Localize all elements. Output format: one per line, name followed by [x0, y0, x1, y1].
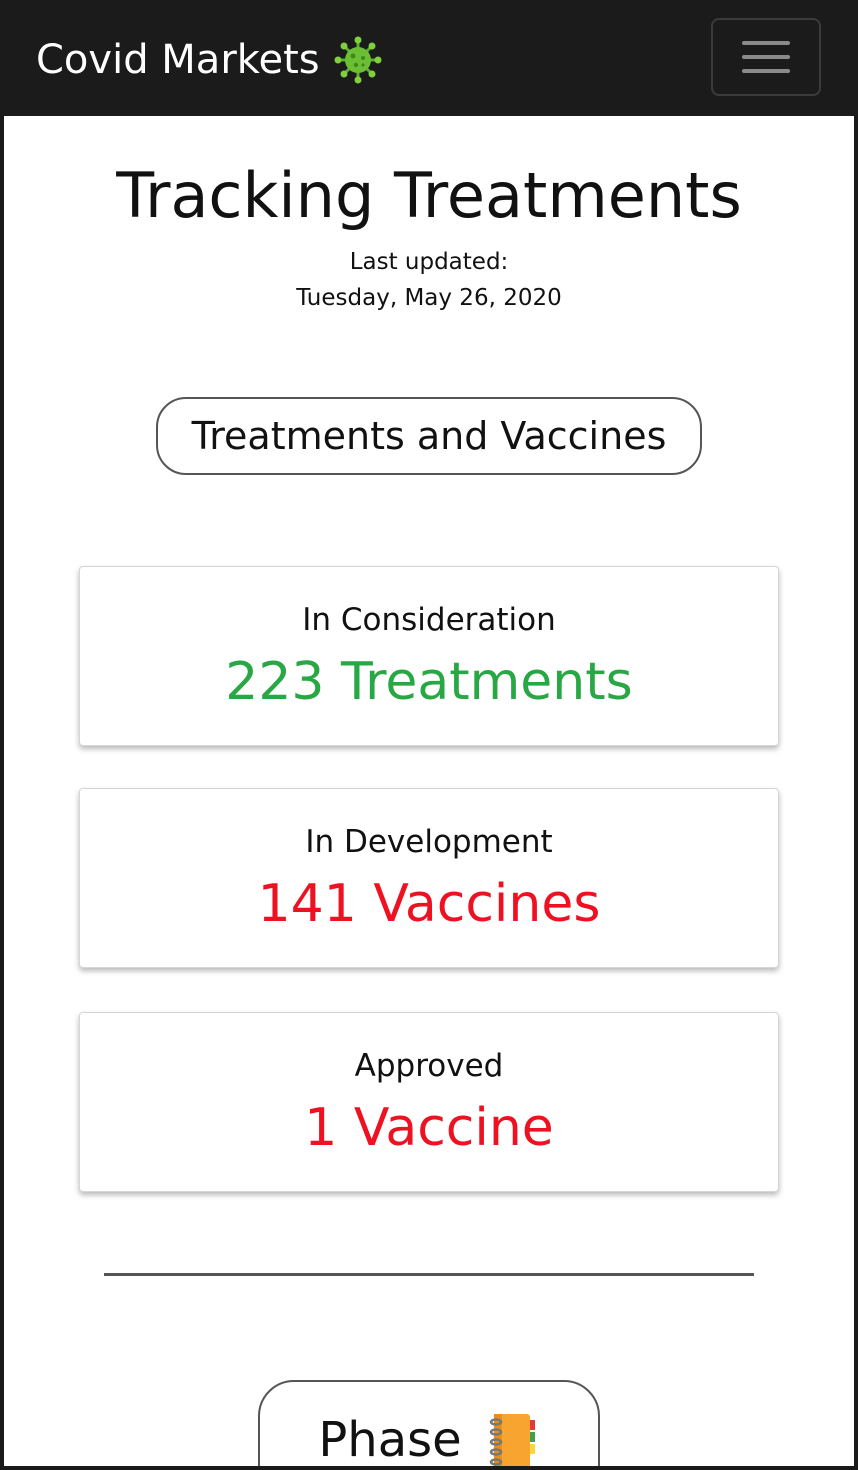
hamburger-menu-icon[interactable] — [711, 18, 821, 96]
menu-bar — [742, 69, 790, 73]
virus-icon — [334, 36, 382, 84]
stat-card-consideration: In Consideration 223 Treatments — [79, 566, 779, 746]
last-updated-label: Last updated: — [349, 249, 509, 275]
phase-button[interactable]: Phase — [258, 1380, 600, 1466]
card-label: In Consideration — [302, 602, 556, 638]
page-title: Tracking Treatments — [116, 159, 742, 232]
card-label: In Development — [305, 824, 553, 860]
stat-card-approved: Approved 1 Vaccine — [79, 1012, 779, 1192]
card-value: 141 Vaccines — [257, 874, 601, 934]
menu-bar — [742, 41, 790, 45]
card-label: Approved — [354, 1048, 504, 1084]
treatments-vaccines-button[interactable]: Treatments and Vaccines — [156, 397, 702, 475]
card-value: 223 Treatments — [225, 652, 633, 712]
brand-link[interactable]: Covid Markets — [36, 36, 382, 84]
section-divider — [104, 1273, 754, 1276]
navbar: Covid Markets — [0, 0, 858, 116]
main-content: Tracking Treatments Last updated: Tuesda… — [4, 116, 854, 1466]
menu-bar — [742, 55, 790, 59]
brand-title: Covid Markets — [36, 37, 320, 83]
phase-label: Phase — [318, 1412, 462, 1466]
notebook-icon — [484, 1410, 540, 1466]
stat-card-development: In Development 141 Vaccines — [79, 788, 779, 968]
last-updated-date: Tuesday, May 26, 2020 — [296, 285, 562, 311]
card-value: 1 Vaccine — [304, 1098, 554, 1158]
